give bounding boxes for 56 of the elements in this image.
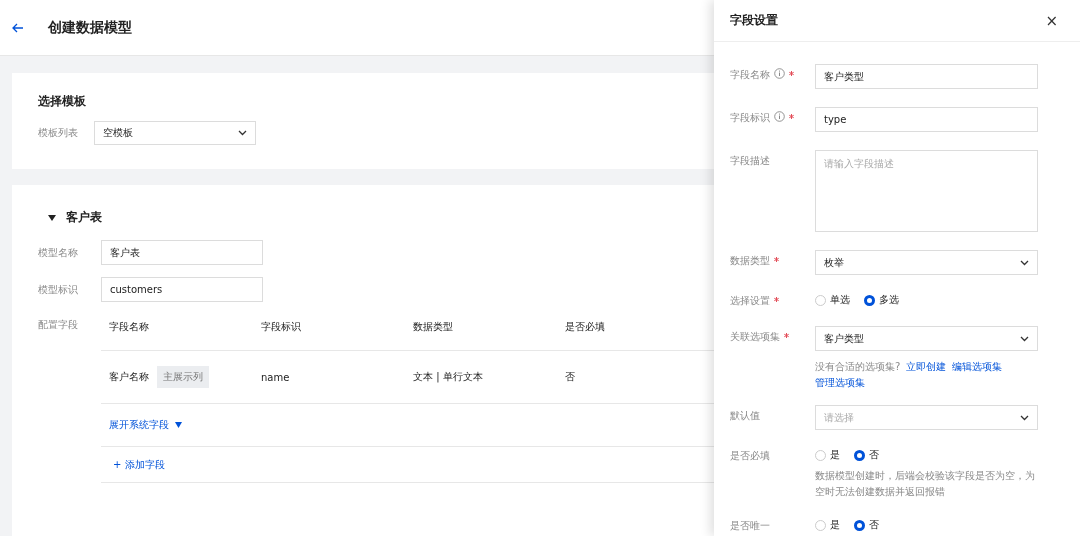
- select-field[interactable]: 枚举: [815, 250, 1038, 275]
- column-header: 字段标识: [261, 320, 301, 334]
- expand-link[interactable]: 展开系统字段: [109, 418, 169, 432]
- field-label: 字段标识: [730, 111, 770, 125]
- radio-option[interactable]: 是: [815, 518, 840, 532]
- field-label: 数据类型: [730, 254, 770, 268]
- chevron-down-icon: [1020, 414, 1029, 421]
- column-header: 数据类型: [413, 320, 453, 334]
- card-title: 客户表: [66, 209, 102, 226]
- field-label: 模板列表: [38, 126, 79, 140]
- field-label: 字段名称: [730, 68, 770, 82]
- chevron-down-icon: [238, 130, 247, 136]
- field-label: 关联选项集: [730, 330, 780, 344]
- field-label: 字段描述: [730, 154, 770, 168]
- caret-down-icon: [175, 422, 182, 428]
- radio-option[interactable]: 否: [854, 518, 879, 532]
- radio-option[interactable]: 是: [815, 448, 840, 462]
- input-field[interactable]: type: [815, 107, 1038, 132]
- template-select[interactable]: 空模板: [94, 121, 256, 145]
- select-field[interactable]: 客户类型: [815, 326, 1038, 351]
- field-label: 默认值: [730, 409, 760, 423]
- radio-option[interactable]: 否: [854, 448, 879, 462]
- field-label: 模型名称: [38, 245, 79, 260]
- close-button[interactable]: ×: [1045, 11, 1058, 30]
- field-label: 是否唯一: [730, 519, 770, 533]
- field-label: 配置字段: [38, 318, 79, 332]
- column-header: 是否必填: [565, 320, 605, 334]
- table-cell: name: [261, 371, 290, 383]
- input-field[interactable]: 客户类型: [815, 64, 1038, 89]
- info-icon[interactable]: [774, 68, 785, 79]
- table-cell: 客户名称: [109, 370, 149, 384]
- hint-text: 没有合适的选项集?: [815, 360, 901, 374]
- chevron-down-icon: [1020, 259, 1029, 266]
- field-label: 模型标识: [38, 282, 79, 297]
- back-arrow-icon[interactable]: [12, 22, 24, 33]
- help-text: 数据模型创建时，后端会校验该字段是否为空，为空时无法创建数据并返回报错: [815, 469, 1036, 499]
- page-title: 创建数据模型: [48, 18, 132, 37]
- option-set-link[interactable]: 管理选项集: [815, 375, 865, 391]
- table-cell: 否: [565, 370, 575, 384]
- column-header: 字段名称: [109, 320, 149, 334]
- table-cell: 文本 | 单行文本: [413, 370, 483, 384]
- field-label: 选择设置: [730, 294, 770, 308]
- input-field[interactable]: customers: [101, 277, 263, 302]
- info-icon[interactable]: [774, 111, 785, 122]
- field-label: 是否必填: [730, 449, 770, 463]
- option-set-link[interactable]: 立即创建: [906, 359, 947, 375]
- radio-option[interactable]: 单选: [815, 293, 850, 307]
- tag: 主展示列: [157, 366, 209, 388]
- chevron-down-icon: [1020, 335, 1029, 342]
- collapse-triangle-icon[interactable]: [48, 213, 56, 222]
- add-field-link[interactable]: + 添加字段: [113, 457, 165, 472]
- card-title: 选择模板: [38, 93, 86, 110]
- radio-option[interactable]: 多选: [864, 293, 899, 307]
- drawer-title: 字段设置: [730, 12, 778, 29]
- input-field[interactable]: 客户表: [101, 240, 263, 265]
- option-set-link[interactable]: 编辑选项集: [952, 359, 1003, 375]
